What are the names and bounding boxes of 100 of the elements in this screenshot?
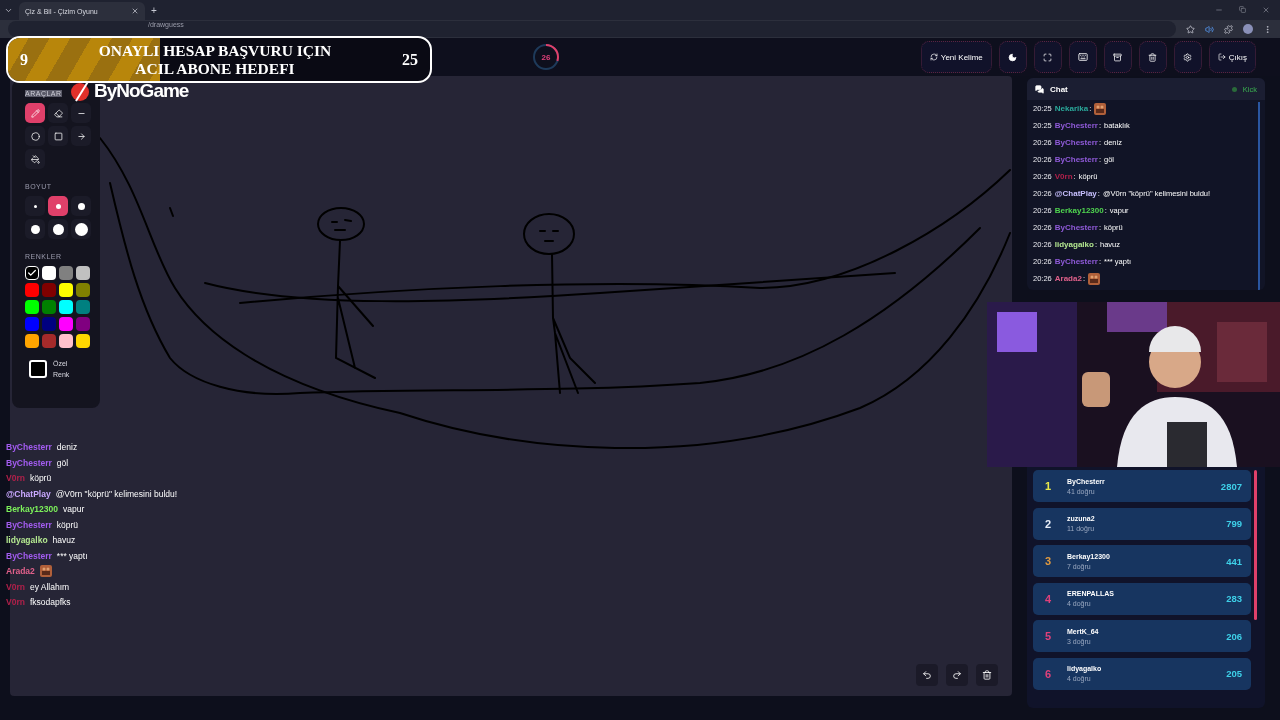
color-swatch[interactable]	[59, 317, 73, 331]
chat-icon	[1035, 84, 1044, 94]
chat-username: @ChatPlay	[1054, 189, 1097, 198]
rank-number: 3	[1045, 555, 1053, 567]
archive-icon	[1113, 52, 1123, 62]
chat-username: ByChesterr	[1054, 138, 1098, 147]
player-score: 799	[1226, 518, 1242, 529]
brush-size-button[interactable]	[25, 219, 45, 239]
chat-message: göl	[56, 457, 69, 468]
brush-size-button[interactable]	[48, 196, 68, 216]
keyboard-button[interactable]	[1068, 41, 1097, 74]
rank-number: 2	[1045, 517, 1053, 530]
color-swatch[interactable]	[42, 283, 56, 297]
color-swatch[interactable]	[42, 317, 56, 331]
color-swatch[interactable]	[76, 266, 90, 280]
chat-message: vapur	[63, 504, 85, 514]
color-swatch[interactable]	[42, 334, 56, 348]
chat-username: ByChesterr	[6, 519, 52, 530]
theme-button[interactable]	[998, 41, 1027, 74]
chat-username: ByChesterr	[6, 442, 52, 452]
profile-avatar[interactable]	[1243, 24, 1253, 35]
chat-username: Arada2	[1054, 274, 1082, 283]
chat-username: Arada2	[6, 566, 35, 576]
player-score: 205	[1226, 668, 1242, 679]
eraser-icon	[53, 108, 63, 118]
color-swatch[interactable]	[76, 283, 90, 297]
menu-icon[interactable]	[1263, 24, 1272, 34]
tool-button[interactable]	[48, 103, 68, 123]
player-score: 441	[1226, 555, 1242, 567]
close-icon[interactable]	[1262, 6, 1270, 14]
tool-button[interactable]	[25, 149, 45, 169]
color-swatch[interactable]	[25, 283, 39, 297]
chat-username: ByChesterr	[1054, 121, 1098, 130]
timer: 26	[532, 43, 560, 72]
new-tab-button[interactable]: +	[151, 4, 157, 16]
color-swatch[interactable]	[76, 317, 90, 331]
player-score: 206	[1226, 630, 1242, 642]
chat-message: köprü	[56, 519, 79, 530]
clear-button[interactable]	[976, 664, 998, 686]
check-icon	[27, 268, 37, 278]
square-icon	[53, 131, 63, 141]
color-swatch[interactable]	[59, 283, 73, 297]
restore-icon[interactable]	[1239, 6, 1246, 13]
delete-button[interactable]	[1138, 41, 1167, 74]
brush-size-button[interactable]	[71, 219, 91, 239]
color-swatch[interactable]	[59, 300, 73, 314]
chat-username: lidyagalko	[6, 535, 48, 545]
custom-color-swatch[interactable]	[29, 360, 47, 378]
color-swatch[interactable]	[59, 266, 73, 280]
fullscreen-button[interactable]	[1033, 41, 1062, 74]
tool-button[interactable]	[25, 103, 45, 123]
chat-title: Chat	[1050, 84, 1068, 94]
chat-message: fksodapfks	[29, 597, 71, 607]
color-swatch[interactable]	[25, 334, 39, 348]
settings-icon	[1183, 52, 1193, 62]
color-swatch[interactable]	[76, 300, 90, 314]
arrow-icon	[76, 131, 86, 141]
moon-icon	[1008, 52, 1018, 62]
chat-username: lidyagalko	[1054, 240, 1094, 249]
color-swatch[interactable]	[25, 300, 39, 314]
new-word-button[interactable]: Yeni Kelime	[920, 41, 992, 74]
brush-size-button[interactable]	[48, 219, 68, 239]
player-score: 283	[1226, 593, 1242, 604]
goal-target: 25	[402, 50, 418, 69]
redo-icon	[952, 670, 962, 680]
settings-button[interactable]	[1173, 41, 1202, 74]
tool-button[interactable]	[25, 126, 45, 146]
logout-button[interactable]: Çıkış	[1208, 41, 1256, 74]
color-swatch[interactable]	[25, 317, 39, 331]
chat-username: Nekarika	[1054, 104, 1089, 113]
redo-button[interactable]	[946, 664, 968, 686]
color-swatch[interactable]	[42, 300, 56, 314]
extensions-icon[interactable]	[1224, 24, 1233, 34]
archive-button[interactable]	[1103, 41, 1132, 74]
brush-size-button[interactable]	[71, 196, 91, 216]
chat-message: ey Allahım	[29, 581, 70, 592]
color-swatch[interactable]	[42, 266, 56, 280]
chat-username: V0rn	[6, 473, 25, 483]
keyboard-icon	[1077, 52, 1088, 63]
logout-icon	[1217, 53, 1226, 62]
tool-button[interactable]	[48, 126, 68, 146]
color-swatch[interactable]	[59, 334, 73, 348]
logo-text: ByNoGame	[94, 80, 189, 102]
rank-number: 4	[1045, 592, 1053, 605]
color-swatch[interactable]	[76, 334, 90, 348]
undo-button[interactable]	[916, 664, 938, 686]
color-swatch[interactable]	[25, 266, 39, 280]
fullscreen-icon	[1043, 52, 1053, 62]
audio-icon[interactable]	[1205, 24, 1214, 34]
chat-username: V0rn	[6, 581, 25, 592]
refresh-icon	[929, 53, 938, 62]
chat-username: Berkay12300	[6, 504, 58, 514]
chat-username: ByChesterr	[1054, 223, 1098, 232]
chat-username: ByChesterr	[6, 550, 52, 561]
chat-message: havuz	[52, 535, 76, 545]
undo-icon	[922, 670, 932, 680]
tool-button[interactable]	[71, 126, 91, 146]
status-dot	[1231, 86, 1237, 92]
chat-username: Berkay12300	[1054, 206, 1104, 215]
bookmark-icon[interactable]	[1186, 24, 1195, 34]
